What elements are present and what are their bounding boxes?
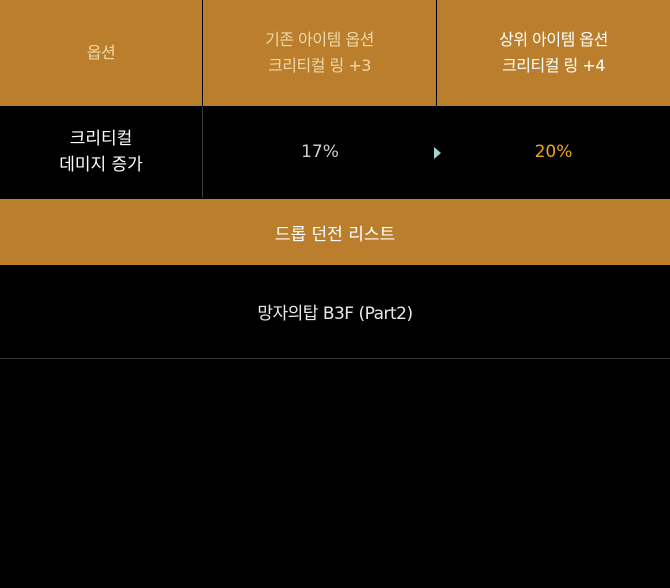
dungeon-name: 망자의탑 B3F (Part2) xyxy=(257,304,413,324)
arrow-right-icon xyxy=(434,147,441,159)
header-current-line1: 기존 아이템 옵션 xyxy=(265,30,374,49)
row-upgrade-value: 20% xyxy=(437,106,670,198)
header-current-line2: 크리티컬 링 +3 xyxy=(268,56,371,75)
current-value: 17% xyxy=(301,142,339,162)
header-current: 기존 아이템 옵션크리티컬 링 +3 xyxy=(203,0,437,106)
list-item: 망자의탑 B3F (Part2) xyxy=(0,265,670,359)
row-label: 크리티컬데미지 증가 xyxy=(0,106,203,198)
header-upgrade-line2: 크리티컬 링 +4 xyxy=(502,56,605,75)
table-row: 크리티컬데미지 증가 17% 20% xyxy=(0,106,670,198)
header-option: 옵션 xyxy=(0,0,203,106)
row-label-line2: 데미지 증가 xyxy=(59,155,143,175)
row-current-value: 17% xyxy=(203,106,441,198)
drop-dungeon-header: 드롭 던전 리스트 xyxy=(0,199,670,265)
upgrade-value: 20% xyxy=(534,142,573,162)
header-upgrade: 상위 아이템 옵션크리티컬 링 +4 xyxy=(437,0,670,106)
table-header: 옵션 기존 아이템 옵션크리티컬 링 +3 상위 아이템 옵션크리티컬 링 +4 xyxy=(0,0,670,106)
drop-dungeon-title: 드롭 던전 리스트 xyxy=(274,224,396,245)
row-label-line1: 크리티컬 xyxy=(69,129,133,149)
header-upgrade-line1: 상위 아이템 옵션 xyxy=(499,30,608,49)
header-option-label: 옵션 xyxy=(86,43,116,62)
